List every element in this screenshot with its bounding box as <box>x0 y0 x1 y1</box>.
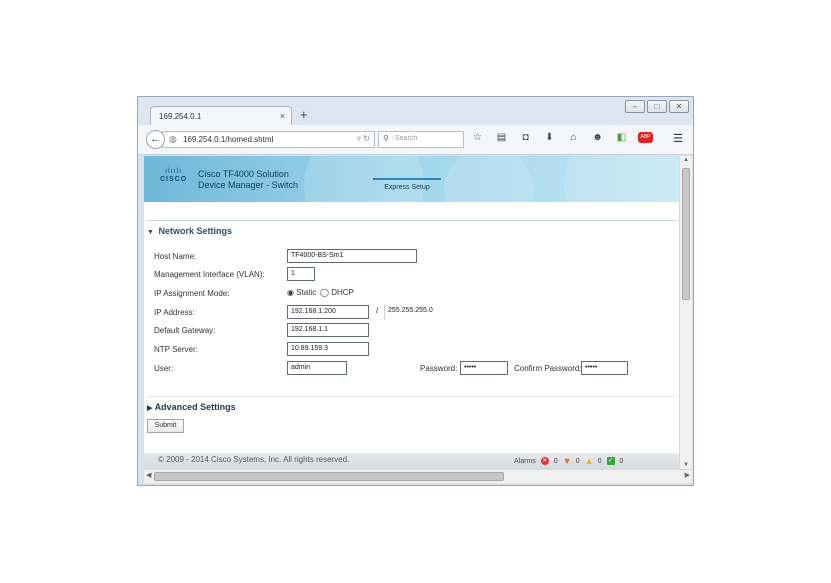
reading-list-icon[interactable]: ▤ <box>494 132 509 143</box>
host-name-label: Host Name: <box>154 252 197 261</box>
chat-icon[interactable]: ☻ <box>590 132 605 143</box>
horizontal-scroll-thumb[interactable] <box>154 472 504 481</box>
minor-alarm-icon: ▲ <box>584 456 594 466</box>
hamburger-menu-icon[interactable]: ☰ <box>673 132 683 145</box>
ok-status-icon: ✓ <box>606 457 615 465</box>
advanced-title: Advanced Settings <box>154 402 236 412</box>
expand-triangle-icon: ▶ <box>147 405 153 412</box>
cisco-logo: ılıılı CISCO <box>160 168 187 183</box>
network-settings-header[interactable]: ▼ Network Settings <box>147 226 232 236</box>
app-banner: ılıılı CISCO Cisco TF4000 Solution Devic… <box>144 156 679 256</box>
close-window-button[interactable]: ✕ <box>669 100 689 113</box>
logo-word: CISCO <box>160 176 188 183</box>
host-name-field[interactable]: TF4000-BS-Sm1 <box>287 249 417 263</box>
toolbar-icons: ☆ ▤ ◘ ⬇ ⌂ ☻ ◧ ABP <box>470 132 653 143</box>
collapse-triangle-icon: ▼ <box>147 229 154 236</box>
scroll-right-icon[interactable]: ▶ <box>685 471 690 479</box>
alarms-label: Alarms <box>514 457 536 465</box>
subnet-mask-field[interactable]: 255.255.255.0 <box>384 305 444 319</box>
minor-count: 0 <box>597 457 602 465</box>
major-count: 0 <box>575 457 580 465</box>
dhcp-label: DHCP <box>331 288 354 297</box>
maximize-button[interactable]: □ <box>647 100 667 113</box>
window-controls: – □ ✕ <box>625 100 689 113</box>
back-arrow-icon[interactable]: ← <box>146 130 165 149</box>
ntp-label: NTP Server: <box>154 345 198 354</box>
confirm-password-field[interactable]: ••••• <box>581 361 628 375</box>
ip-mode-label: IP Assignment Mode: <box>154 289 230 298</box>
ip-address-field[interactable]: 192.168.1.200 <box>287 305 369 319</box>
product-name: Cisco TF4000 Solution Device Manager - S… <box>198 169 298 191</box>
critical-alarm-icon: ✕ <box>540 457 549 465</box>
alarm-summary[interactable]: Alarms ✕ 0 ▼ 0 ▲ 0 ✓ 0 <box>514 456 624 466</box>
close-tab-icon[interactable]: × <box>280 111 285 121</box>
address-bar[interactable]: ◍ 169.254.0.1/homed.shtml ▿ ↻ <box>162 131 375 148</box>
download-icon[interactable]: ⬇ <box>542 132 557 143</box>
password-label: Password: <box>420 364 458 373</box>
extension-icon[interactable]: ◧ <box>614 132 629 143</box>
globe-icon: ◍ <box>169 134 177 144</box>
password-field[interactable]: ••••• <box>460 361 508 375</box>
ip-address-label: IP Address: <box>154 308 195 317</box>
copyright-text: © 2009 - 2014 Cisco Systems, Inc. All ri… <box>158 455 350 464</box>
scroll-up-icon[interactable]: ▲ <box>683 157 689 163</box>
dhcp-radio[interactable]: ◯ DHCP <box>320 288 354 297</box>
vlan-field[interactable]: 1 <box>287 267 315 281</box>
bookmark-star-icon[interactable]: ☆ <box>470 132 485 143</box>
nav-bar: ◍ 169.254.0.1/homed.shtml ▿ ↻ ← ⚲ Search… <box>138 125 693 155</box>
static-label: Static <box>296 288 317 297</box>
ntp-field[interactable]: 10.89.159.3 <box>287 342 369 356</box>
active-tab-indicator <box>373 178 441 180</box>
tab-express-setup[interactable]: Express Setup <box>359 178 455 191</box>
home-icon[interactable]: ⌂ <box>566 132 581 143</box>
product-line-2: Device Manager - Switch <box>198 180 299 190</box>
search-icon: ⚲ <box>383 134 389 143</box>
advanced-settings-header[interactable]: ▶ Advanced Settings <box>147 396 677 418</box>
ok-count: 0 <box>619 457 624 465</box>
url-text: 169.254.0.1/homed.shtml <box>183 135 274 144</box>
tab-strip: 169.254.0.1 × + – □ ✕ <box>138 97 693 126</box>
tab-title: 169.254.0.1 <box>159 112 202 121</box>
critical-count: 0 <box>553 457 558 465</box>
pocket-icon[interactable]: ◘ <box>518 132 533 143</box>
new-tab-button[interactable]: + <box>300 107 308 122</box>
product-line-1: Cisco TF4000 Solution <box>198 169 289 179</box>
vertical-scroll-thumb[interactable] <box>682 168 690 300</box>
adblock-icon[interactable]: ABP <box>638 132 653 143</box>
footer-bar: © 2009 - 2014 Cisco Systems, Inc. All ri… <box>144 453 679 469</box>
major-alarm-icon: ▼ <box>562 456 572 466</box>
user-label: User: <box>154 364 174 373</box>
vertical-scrollbar[interactable]: ▲ ▼ <box>679 156 692 469</box>
gateway-field[interactable]: 192.168.1.1 <box>287 323 369 337</box>
scroll-left-icon[interactable]: ◀ <box>146 471 151 479</box>
logo-bars: ılıılı <box>165 168 183 175</box>
reload-icon[interactable]: ▿ ↻ <box>357 134 370 143</box>
gateway-label: Default Gateway: <box>154 326 216 335</box>
scroll-down-icon[interactable]: ▼ <box>683 462 689 468</box>
submit-button[interactable]: Submit <box>147 419 184 433</box>
confirm-password-label: Confirm Password: <box>514 364 582 373</box>
browser-tab[interactable]: 169.254.0.1 × <box>150 106 292 126</box>
search-input[interactable]: ⚲ Search <box>378 131 464 148</box>
search-placeholder: Search <box>395 135 418 142</box>
tab-label: Express Setup <box>384 184 430 191</box>
minimize-button[interactable]: – <box>625 100 645 113</box>
horizontal-scrollbar[interactable]: ◀ ▶ <box>144 469 692 483</box>
browser-window: 169.254.0.1 × + – □ ✕ ◍ 169.254.0.1/home… <box>137 96 694 486</box>
page-content: ılıılı CISCO Cisco TF4000 Solution Devic… <box>144 156 679 469</box>
section-title: Network Settings <box>158 226 232 236</box>
static-radio[interactable]: ◉ Static <box>287 288 316 297</box>
vlan-label: Management Interface (VLAN): <box>154 270 265 279</box>
subnet-slash: / <box>376 306 379 315</box>
user-field[interactable]: admin <box>287 361 347 375</box>
